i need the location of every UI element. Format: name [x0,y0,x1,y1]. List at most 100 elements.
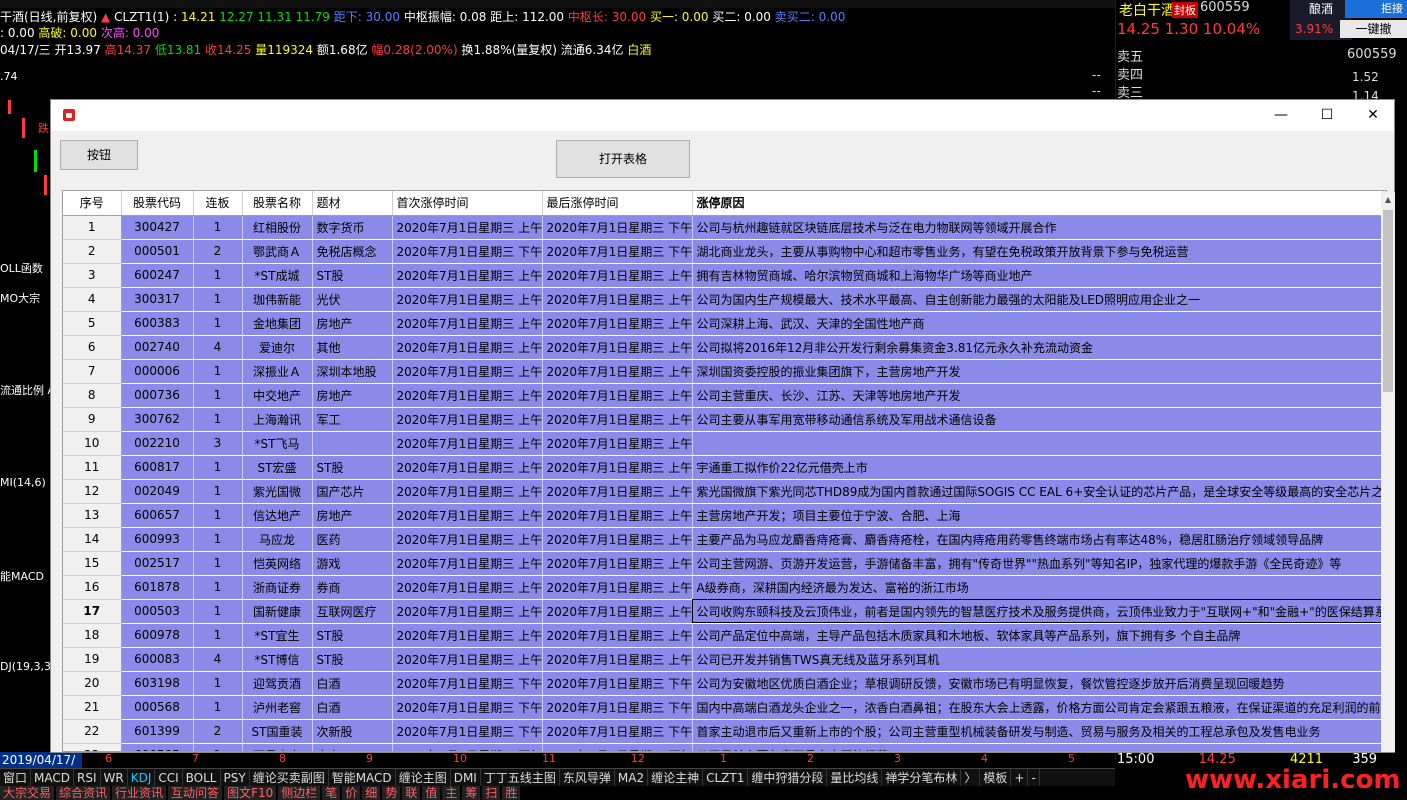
row-header[interactable]: 11 [63,455,122,480]
table-cell[interactable]: 600817 [121,455,194,480]
table-cell[interactable]: ST股 [312,623,393,648]
table-cell[interactable]: 1 [193,743,243,751]
table-cell[interactable]: 1 [193,551,243,576]
table-cell[interactable]: 2020年7月1日星期三 下午 [542,695,693,720]
row-header[interactable]: 5 [63,311,122,336]
table-row[interactable]: 18 600978 1 *ST宜生 ST股 2020年7月1日星期三 上午 2020年7月1… [63,623,1384,648]
indicator-tab[interactable]: 量比均线 [827,769,883,786]
table-cell[interactable]: 游戏 [312,551,393,576]
row-header[interactable]: 17 [63,599,122,624]
table-cell[interactable]: 2020年7月1日星期三 上午 [542,287,693,312]
bottom-link[interactable]: 扫 [482,786,501,800]
table-row[interactable]: 7 000006 1 深振业Ａ 深圳本地股 2020年7月1日星期三 上午 2020年7月1… [63,359,1384,384]
table-cell[interactable]: 2020年7月1日星期三 下午 [392,695,543,720]
table-cell[interactable]: 中交地产 [242,383,313,408]
table-row[interactable]: 12 002049 1 紫光国微 国产芯片 2020年7月1日星期三 上午 2020年7月1… [63,479,1384,504]
table-cell[interactable]: 深圳国资委控股的振业集团旗下，主营房地产开发 [692,359,1384,384]
table-row[interactable]: 21 000568 1 泸州老窖 白酒 2020年7月1日星期三 下午 2020年7月1日星… [63,695,1384,720]
table-cell[interactable]: 2020年7月1日星期三 上午 [392,551,543,576]
table-cell[interactable]: 房地产 [312,383,393,408]
table-cell[interactable]: 000568 [121,695,194,720]
maximize-button[interactable]: ☐ [1304,100,1350,131]
indicator-label[interactable]: 流通比例 A [0,382,55,398]
table-cell[interactable]: 300317 [121,287,194,312]
bottom-link[interactable]: 价 [342,786,361,800]
bottom-link[interactable]: 联 [402,786,421,800]
indicator-tab[interactable]: 缠论主图 [396,769,451,786]
table-cell[interactable]: 深圳本地股 [312,359,393,384]
table-cell[interactable]: *ST博信 [242,647,313,672]
table-cell[interactable]: 2020年7月1日星期三 上午 [542,407,693,432]
table-cell[interactable]: 上海瀚讯 [242,407,313,432]
table-cell[interactable]: 1 [193,527,243,552]
table-cell[interactable]: 免税店概念 [312,239,393,264]
table-cell[interactable]: 白酒 [312,695,393,720]
indicator-tab[interactable]: 缠论买卖副图 [250,769,329,786]
table-cell[interactable]: 房地产 [312,503,393,528]
table-cell[interactable]: 其他 [312,335,393,360]
table-cell[interactable]: 湖北商业龙头，主要从事购物中心和超市零售业务，有望在免税政策开放背景下参与免税运… [692,239,1384,264]
table-cell[interactable]: *ST宜生 [242,623,313,648]
table-cell[interactable]: 马应龙 [242,527,313,552]
table-row[interactable]: 10 002210 3 *ST飞马 2020年7月1日星期三 上午 2020年7月1日星期… [63,431,1384,456]
table-cell[interactable]: 600083 [121,647,194,672]
table-cell[interactable]: 公司目前主要负责西昌市电网的经营 [692,743,1384,751]
row-header[interactable]: 4 [63,287,122,312]
bottom-link[interactable]: 综合资讯 [56,786,111,800]
table-cell[interactable]: 601878 [121,575,194,600]
indicator-label[interactable]: 能MACD [0,568,44,584]
bottom-link[interactable]: 主 [442,786,461,800]
table-cell[interactable]: ST股 [312,263,393,288]
table-cell[interactable]: ST股 [312,455,393,480]
table-cell[interactable]: 600993 [121,527,194,552]
indicator-tab[interactable]: 〉 [961,769,981,786]
table-cell[interactable]: 000006 [121,359,194,384]
row-header[interactable]: 21 [63,695,122,720]
indicator-tab[interactable]: - [1028,769,1040,786]
table-cell[interactable]: 迎驾贡酒 [242,671,313,696]
indicator-tab[interactable]: WR [101,769,128,786]
generic-button[interactable]: 按钮 [60,140,138,170]
table-cell[interactable]: *ST成城 [242,263,313,288]
table-cell[interactable]: 2020年7月1日星期三 下午 [392,671,543,696]
table-cell[interactable]: 2020年7月1日星期三 下午 [392,743,543,751]
indicator-label[interactable]: MI(14,6) [0,476,46,489]
row-header[interactable]: 2 [63,239,122,264]
table-cell[interactable]: 公司拟将2016年12月非公开发行剩余募集资金3.81亿元永久补充流动资金 [692,335,1384,360]
minimize-button[interactable]: — [1258,100,1304,131]
table-cell[interactable]: 002517 [121,551,194,576]
table-cell[interactable]: 主要产品为马应龙麝香痔疮膏、麝香痔疮栓，在国内痔疮用药零售终端市场占有率达48%… [692,527,1384,552]
row-header[interactable]: 18 [63,623,122,648]
indicator-tab[interactable]: 模板 [980,769,1012,786]
table-cell[interactable]: 2020年7月1日星期三 上午 [392,407,543,432]
indicator-tab[interactable]: 缠论主神 [648,769,704,786]
table-cell[interactable]: 1 [193,455,243,480]
table-cell[interactable]: *ST飞马 [242,431,313,456]
bottom-link[interactable]: 势 [382,786,401,800]
column-header[interactable]: 最后涨停时间 [542,191,693,216]
table-cell[interactable]: 2020年7月1日星期三 下午 [542,215,693,240]
table-cell[interactable]: 1 [193,503,243,528]
close-button[interactable]: ✕ [1350,100,1396,131]
row-header[interactable]: 9 [63,407,122,432]
table-cell[interactable]: 600978 [121,623,194,648]
table-cell[interactable]: 002049 [121,479,194,504]
table-cell[interactable]: 2020年7月1日星期三 下午 [542,743,693,751]
table-row[interactable]: 16 601878 1 浙商证券 券商 2020年7月1日星期三 上午 2020年7月1日星… [63,575,1384,600]
row-header[interactable]: 6 [63,335,122,360]
indicator-tab[interactable]: CLZT1 [703,769,749,786]
table-cell[interactable]: 600383 [121,311,194,336]
bottom-link[interactable]: 行业资讯 [112,786,167,800]
table-cell[interactable]: 深振业Ａ [242,359,313,384]
table-cell[interactable]: 电力 [312,743,393,751]
row-header[interactable]: 3 [63,263,122,288]
indicator-tab[interactable]: MACD [31,769,74,786]
indicator-tab[interactable]: KDJ [128,769,156,786]
table-cell[interactable]: 1 [193,623,243,648]
table-cell[interactable]: 公司深耕上海、武汉、天津的全国性地产商 [692,311,1384,336]
table-cell[interactable]: 互联网医疗 [312,599,393,624]
table-cell[interactable]: 2020年7月1日星期三 上午 [392,311,543,336]
indicator-tab[interactable]: 东风导弹 [560,769,615,786]
indicator-tab[interactable]: BOLL [183,769,221,786]
bottom-link[interactable]: 胜 [502,786,521,800]
